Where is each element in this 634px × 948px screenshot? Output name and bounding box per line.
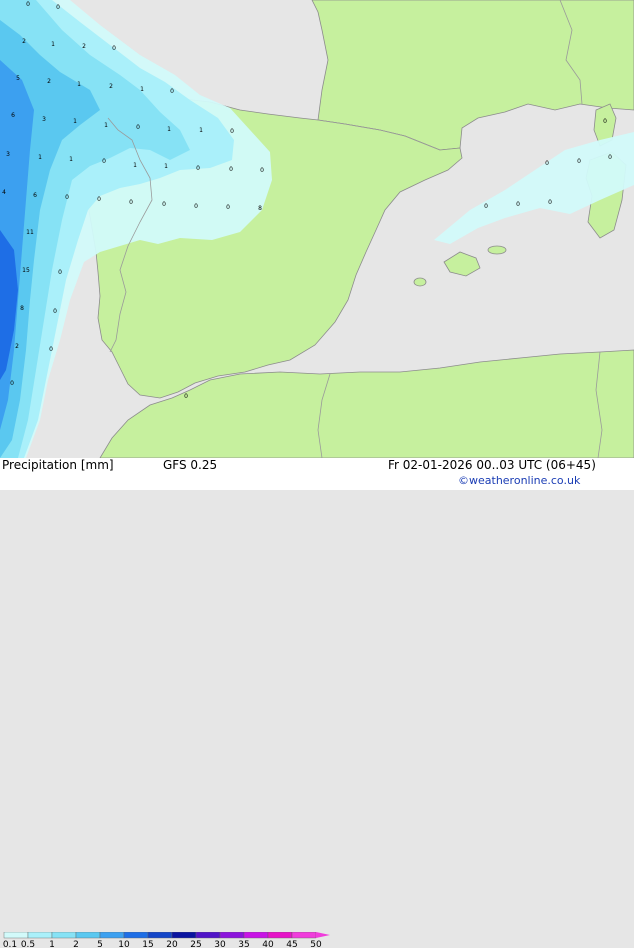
legend-tick-label: 45 (286, 940, 297, 948)
precip-value-label: 0 (170, 88, 174, 95)
precip-value-label: 0 (102, 158, 106, 165)
precip-value-label: 0 (196, 165, 200, 172)
legend-swatch (219, 932, 245, 939)
legend-swatch (123, 932, 149, 939)
precip-value-label: 1 (77, 81, 81, 88)
precip-value-label: 0 (226, 204, 230, 211)
precip-value-label: 1 (164, 163, 168, 170)
footer-title: Precipitation [mm] (2, 458, 114, 472)
footer-datetime: Fr 02-01-2026 00..03 UTC (06+45) (388, 458, 596, 472)
precip-value-label: 0 (136, 124, 140, 131)
precip-value-label: 2 (22, 38, 26, 45)
legend-tick-label: 1 (49, 940, 55, 948)
legend-tick-label: 0.5 (21, 940, 35, 948)
precip-value-label: 3 (6, 151, 10, 158)
precip-value-label: 0 (194, 203, 198, 210)
precip-value-label: 1 (104, 122, 108, 129)
legend-swatch (267, 932, 293, 939)
precip-value-label: 4 (2, 189, 6, 196)
precip-value-label: 0 (129, 199, 133, 206)
precip-value-label: 15 (22, 267, 30, 274)
precip-value-label: 1 (69, 156, 73, 163)
legend-tick-label: 50 (310, 940, 322, 948)
legend-tick-label: 30 (214, 940, 226, 948)
legend-tick-label: 20 (166, 940, 178, 948)
precip-value-label: 2 (109, 83, 113, 90)
precip-value-label: 0 (162, 201, 166, 208)
precip-value-label: 1 (133, 162, 137, 169)
precip-value-label: 6 (33, 192, 37, 199)
legend-tick-label: 5 (97, 940, 103, 948)
precip-value-label: 0 (49, 346, 53, 353)
footer-credit[interactable]: ©weatheronline.co.uk (458, 474, 580, 487)
precip-value-label: 1 (38, 154, 42, 161)
precip-value-label: 8 (258, 205, 262, 212)
legend-tick-label: 40 (262, 940, 274, 948)
precip-value-label: 0 (548, 199, 552, 206)
precip-value-label: 2 (15, 343, 19, 350)
legend-tick-label: 25 (190, 940, 201, 948)
precip-value-label: 0 (229, 166, 233, 173)
legend-tick-label: 35 (238, 940, 249, 948)
legend-swatch (27, 932, 53, 939)
precip-value-label: 0 (58, 269, 62, 276)
footer-model: GFS 0.25 (163, 458, 218, 472)
precip-value-label: 0 (56, 4, 60, 11)
legend-swatch (291, 932, 317, 939)
precip-value-label: 0 (603, 118, 607, 125)
precip-value-label: 0 (10, 380, 14, 387)
landmass-menorca (487, 245, 507, 255)
precip-value-label: 1 (51, 41, 55, 48)
precip-value-label: 0 (26, 1, 30, 8)
precip-value-label: 0 (545, 160, 549, 167)
precip-value-label: 0 (608, 154, 612, 161)
precip-value-label: 5 (16, 75, 20, 82)
legend-swatch (3, 932, 29, 939)
precip-value-label: 8 (20, 305, 24, 312)
precip-value-label: 0 (112, 45, 116, 52)
precip-value-label: 0 (97, 196, 101, 203)
legend-tick-label: 0.1 (3, 940, 17, 948)
precip-value-label: 0 (230, 128, 234, 135)
legend-colorbar: 0.1 0.5 1 2 5 10 15 20 25 30 35 40 45 50 (3, 932, 330, 948)
precip-value-label: 0 (260, 167, 264, 174)
precip-value-label: 3 (42, 116, 46, 123)
legend-swatch (243, 932, 269, 939)
legend-tick-label: 10 (118, 940, 130, 948)
precip-value-label: 0 (577, 158, 581, 165)
legend-swatch (99, 932, 125, 939)
precipitation-map: 0 02 1 2 05 2 1 2 1 063 11 0 1 1 03 1 1 01 1 0 0 04 6 0 0 0 0 0 0 811… (0, 0, 634, 458)
legend-swatch (51, 932, 77, 939)
precip-value-label: 0 (484, 203, 488, 210)
legend-swatch (171, 932, 197, 939)
landmass-ibiza (413, 277, 427, 287)
precip-value-label: 0 (53, 308, 57, 315)
legend-arrow (316, 932, 330, 938)
precip-value-label: 1 (140, 86, 144, 93)
legend-swatch (75, 932, 101, 939)
precip-value-label: 11 (26, 229, 34, 236)
precip-value-label: 1 (199, 127, 203, 134)
precip-value-label: 2 (47, 78, 51, 85)
precip-value-label: 0 (184, 393, 188, 400)
precip-value-label: 1 (73, 118, 77, 125)
precip-value-label: 0 (65, 194, 69, 201)
legend-tick-label: 2 (73, 940, 79, 948)
legend-swatch (147, 932, 173, 939)
precip-value-label: 6 (11, 112, 15, 119)
precip-value-label: 2 (82, 43, 86, 50)
footer-bar: Precipitation [mm] GFS 0.25 Fr 02-01-202… (0, 458, 634, 948)
precip-value-label: 0 (516, 201, 520, 208)
legend-tick-label: 15 (142, 940, 153, 948)
precip-value-label: 1 (167, 126, 171, 133)
legend-swatch (195, 932, 221, 939)
